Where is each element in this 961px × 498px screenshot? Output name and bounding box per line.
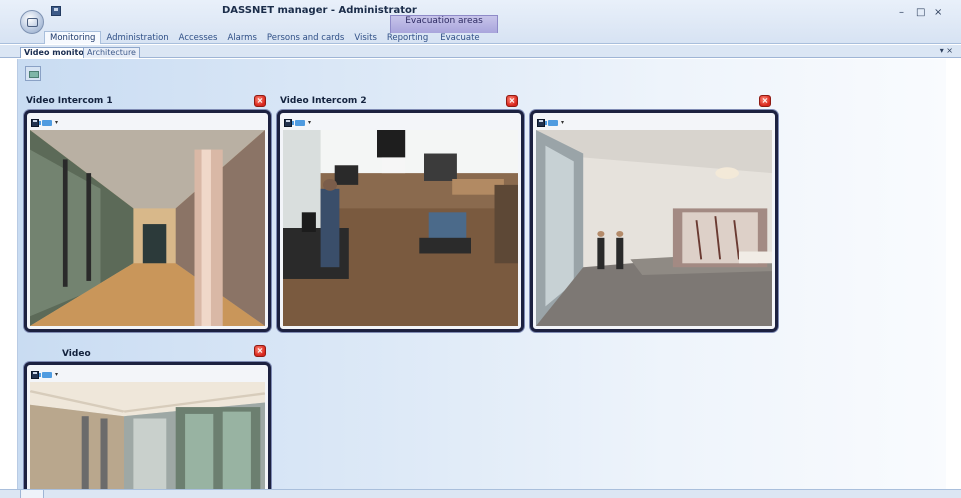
tab-alarms[interactable]: Alarms [222,33,261,43]
window-title: DASSNET manager - Administrator [222,5,417,16]
tab-monitoring[interactable]: Monitoring [44,31,102,44]
minimize-button[interactable]: – [899,7,904,18]
camera-panel-3[interactable]: ▾ [530,110,778,332]
document-tabs: Video monitor Architecture ▾ × [0,45,961,58]
chevron-down-icon[interactable]: ▾ [308,119,311,126]
camera-toolbar: ▾ [31,116,58,129]
camera-title-video-intercom-2: Video Intercom 2 [280,96,367,106]
app-orb-icon [27,18,38,27]
camera-panel-video-intercom-1[interactable]: ▾ [24,110,271,332]
ribbon-tabs: Monitoring Administration Accesses Alarm… [44,31,485,44]
tab-architecture[interactable]: Architecture [83,47,140,58]
camera-panel-video-intercom-2[interactable]: ▾ [277,110,524,332]
chevron-down-icon[interactable]: ▾ [55,371,58,378]
save-icon[interactable] [31,370,39,379]
camera-toolbar: ▾ [284,116,311,129]
tab-administration[interactable]: Administration [101,33,173,43]
close-icon[interactable]: × [506,95,518,107]
tab-visits[interactable]: Visits [349,33,382,43]
close-icon[interactable]: × [759,95,771,107]
camera-feed [30,130,265,326]
camera-toolbar: ▾ [31,368,58,381]
chevron-down-icon[interactable]: ▾ [55,119,58,126]
camera-icon[interactable] [39,119,52,126]
close-icon[interactable]: × [254,345,266,357]
video-monitor-workspace: Video Intercom 1 × ▾ Video Intercom 2 × … [17,59,946,498]
quick-save-icon[interactable] [51,6,61,16]
camera-icon[interactable] [545,119,558,126]
camera-toolbar: ▾ [537,116,564,129]
camera-icon[interactable] [39,371,52,378]
save-icon[interactable] [537,118,545,127]
camera-icon[interactable] [292,119,305,126]
save-icon[interactable] [284,118,292,127]
chevron-down-icon[interactable]: ▾ [561,119,564,126]
tab-evacuate[interactable]: Evacuate [435,33,484,43]
app-menu-button[interactable] [20,10,44,34]
maximize-button[interactable]: □ [916,7,925,18]
tab-reporting[interactable]: Reporting [382,33,433,43]
close-icon[interactable]: × [254,95,266,107]
status-bar [0,489,961,498]
status-tab[interactable] [20,490,44,498]
layout-icon[interactable] [25,66,41,81]
camera-feed [30,382,265,496]
camera-feed [536,130,772,326]
camera-panel-video[interactable]: ▾ [24,362,271,498]
close-window-button[interactable]: × [934,7,942,18]
tab-video-monitor[interactable]: Video monitor [20,47,92,58]
tab-accesses[interactable]: Accesses [174,33,223,43]
tab-persons-and-cards[interactable]: Persons and cards [262,33,349,43]
camera-title-video: Video [62,349,91,359]
camera-feed [283,130,518,326]
context-tab-evacuation-areas[interactable]: Evacuation areas [390,16,498,26]
camera-title-video-intercom-1: Video Intercom 1 [26,96,113,106]
document-controls[interactable]: ▾ × [940,46,953,55]
title-bar: DASSNET manager - Administrator Evacuati… [0,0,961,44]
save-icon[interactable] [31,118,39,127]
